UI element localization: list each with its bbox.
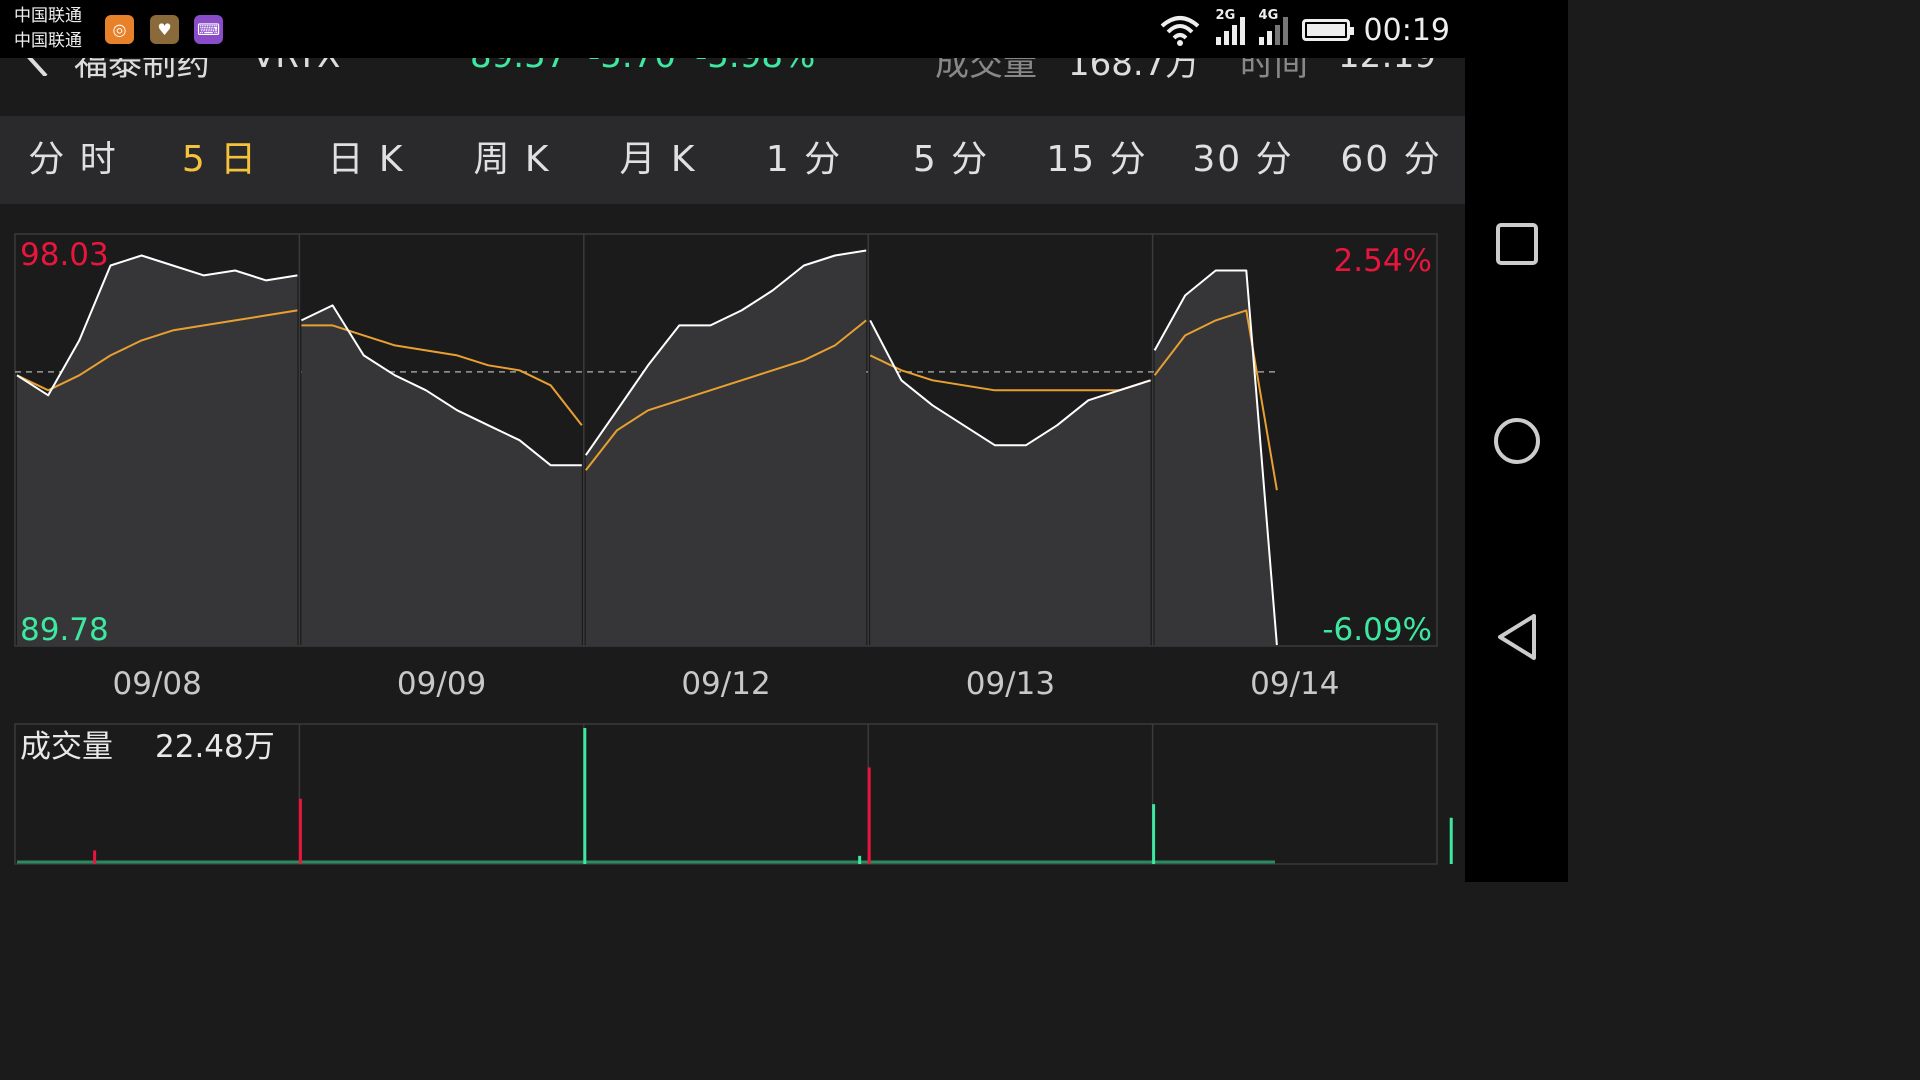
carrier-info: 中国联通 中国联通 [14, 4, 82, 54]
time-label: 时间 [1240, 58, 1308, 84]
tab-5-min[interactable]: 5 分 [881, 116, 1021, 204]
price-area-day-2 [301, 305, 582, 646]
carrier-1: 中国联通 [14, 6, 82, 26]
volume-chart-value: 22.48万 [155, 729, 275, 765]
tab-15-min[interactable]: 15 分 [1027, 116, 1167, 204]
chart-area[interactable]: 98.03 89.78 2.54% -6.09% 09/08 09/09 09/12… [0, 204, 1465, 882]
volume-bar-6 [1152, 804, 1156, 864]
uc-browser-icon: ◎ [105, 15, 134, 44]
status-clock: 00:19 [1363, 12, 1450, 48]
volume-label: 成交量 [935, 58, 1037, 84]
keyboard-app-icon: ⌨ [194, 15, 223, 44]
price-area-day-5 [1154, 270, 1277, 646]
chevron-left-icon [27, 58, 48, 78]
date-label-5: 09/14 [1250, 666, 1339, 702]
battery-icon [1301, 19, 1354, 41]
net-2g-label: 2G [1215, 8, 1236, 23]
tab-5-day[interactable]: 5 日 [150, 116, 290, 204]
tab-intraday[interactable]: 分 时 [3, 116, 143, 204]
triangle-back-icon [1497, 614, 1536, 660]
price-area-day-1 [17, 255, 298, 646]
volume-bar-5 [867, 767, 871, 864]
volume-bar-4 [858, 855, 862, 864]
volume-bar-3 [583, 728, 587, 864]
current-price: 89.57 [470, 58, 567, 76]
home-button[interactable] [1465, 416, 1568, 466]
price-change: -5.70 [588, 58, 676, 76]
back-nav-button[interactable] [1465, 612, 1568, 662]
tab-30-min[interactable]: 30 分 [1173, 116, 1313, 204]
stock-header: 福泰制药 VRTX 89.57 -5.70 -5.98% 成交量 168.7万 … [0, 58, 1465, 114]
signal-2g-icon: 2G [1215, 8, 1245, 45]
min-price-label: 89.78 [20, 612, 109, 648]
tab-month-k[interactable]: 月 K [588, 116, 728, 204]
volume-bar-7 [1449, 817, 1453, 864]
volume-value: 168.7万 [1068, 58, 1200, 84]
time-value: 12:19 [1338, 58, 1436, 76]
status-bar: 中国联通 中国联通 ◎ ♥ ⌨ 2G 4G 00:19 [0, 0, 1568, 58]
net-4g-label: 4G [1258, 8, 1279, 23]
circle-icon [1493, 418, 1540, 464]
wifi-icon [1160, 16, 1199, 46]
date-label-2: 09/09 [397, 666, 486, 702]
volume-chart-label: 成交量 [20, 729, 113, 765]
min-pct-label: -6.09% [1322, 612, 1432, 648]
price-change-pct: -5.98% [695, 58, 815, 76]
tab-week-k[interactable]: 周 K [442, 116, 582, 204]
volume-bar-2 [298, 798, 302, 864]
tab-1-min[interactable]: 1 分 [734, 116, 874, 204]
five-day-chart: 98.03 89.78 2.54% -6.09% 09/08 09/09 09/12… [14, 233, 1453, 865]
android-nav-bar [1465, 0, 1568, 882]
signal-4g-icon: 4G [1258, 8, 1288, 45]
date-label-1: 09/08 [113, 666, 202, 702]
square-icon [1495, 223, 1538, 265]
health-app-icon: ♥ [150, 15, 179, 44]
period-tab-bar: 分 时 5 日 日 K 周 K 月 K 1 分 5 分 15 分 30 分 60… [0, 116, 1465, 204]
price-area-day-4 [870, 320, 1151, 646]
tab-day-k[interactable]: 日 K [296, 116, 436, 204]
max-pct-label: 2.54% [1334, 243, 1432, 279]
carrier-2: 中国联通 [14, 31, 82, 51]
back-button[interactable] [22, 58, 52, 85]
stock-ticker: VRTX [252, 58, 340, 76]
price-area-day-3 [585, 250, 867, 646]
max-price-label: 98.03 [20, 237, 109, 273]
date-label-3: 09/12 [681, 666, 770, 702]
recent-apps-button[interactable] [1465, 222, 1568, 266]
volume-bar-1 [93, 850, 97, 864]
stock-name: 福泰制药 [74, 58, 210, 84]
average-line-day-4 [869, 354, 1151, 392]
date-label-4: 09/13 [966, 666, 1055, 702]
tab-60-min[interactable]: 60 分 [1321, 116, 1461, 204]
